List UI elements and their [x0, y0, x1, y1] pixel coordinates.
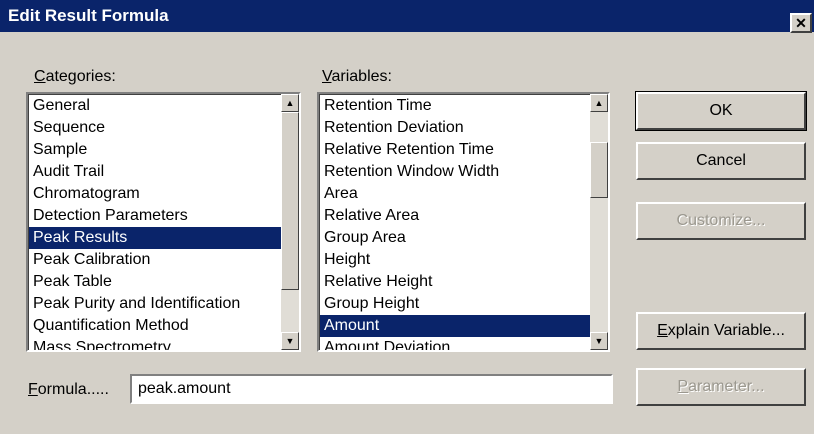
scroll-down-arrow-icon[interactable]: ▼	[590, 332, 608, 350]
variables-list-item[interactable]: Amount Deviation	[320, 337, 590, 350]
ok-button[interactable]: OK	[635, 91, 807, 131]
variables-listbox[interactable]: Retention Time Retention Deviation Relativ…	[317, 92, 610, 352]
variables-list-item[interactable]: Retention Deviation	[320, 117, 590, 139]
variables-list-item[interactable]: Height	[320, 249, 590, 271]
formula-input[interactable]	[130, 374, 613, 404]
scroll-down-arrow-icon[interactable]: ▼	[281, 332, 299, 350]
close-button[interactable]: ✕	[790, 13, 812, 33]
cancel-button[interactable]: Cancel	[636, 142, 806, 180]
categories-list-item[interactable]: Sequence	[29, 117, 281, 139]
categories-list-item[interactable]: Peak Table	[29, 271, 281, 293]
variables-scrollbar[interactable]: ▲ ▼	[590, 94, 608, 350]
categories-list-item[interactable]: Peak Purity and Identification	[29, 293, 281, 315]
variables-list-item[interactable]: Group Height	[320, 293, 590, 315]
categories-scrollbar[interactable]: ▲ ▼	[281, 94, 299, 350]
variables-list-item[interactable]: Group Area	[320, 227, 590, 249]
formula-label: Formula.....	[28, 381, 109, 398]
categories-scroll-thumb[interactable]	[281, 112, 299, 290]
categories-list-item[interactable]: Chromatogram	[29, 183, 281, 205]
scroll-up-arrow-icon[interactable]: ▲	[281, 94, 299, 112]
categories-list[interactable]: General Sequence Sample Audit Trail Chromato…	[28, 94, 281, 350]
variables-list-item[interactable]: Amount	[320, 315, 590, 337]
close-icon: ✕	[795, 15, 807, 31]
variables-list[interactable]: Retention Time Retention Deviation Relativ…	[319, 94, 590, 350]
variables-list-item[interactable]: Relative Retention Time	[320, 139, 590, 161]
window-title: Edit Result Formula	[8, 6, 169, 25]
categories-list-item[interactable]: Detection Parameters	[29, 205, 281, 227]
categories-list-item[interactable]: General	[29, 95, 281, 117]
explain-variable-button[interactable]: Explain Variable...	[636, 312, 806, 350]
variables-list-item[interactable]: Area	[320, 183, 590, 205]
variables-scroll-thumb[interactable]	[590, 142, 608, 198]
categories-listbox[interactable]: General Sequence Sample Audit Trail Chromato…	[26, 92, 301, 352]
categories-list-item[interactable]: Peak Calibration	[29, 249, 281, 271]
variables-label: Variables:	[322, 68, 392, 85]
categories-list-item[interactable]: Mass Spectrometry	[29, 337, 281, 350]
categories-list-item[interactable]: Quantification Method	[29, 315, 281, 337]
parameter-button[interactable]: Parameter...	[636, 368, 806, 406]
categories-label: Categories:	[34, 68, 116, 85]
title-bar: Edit Result Formula ✕	[0, 0, 814, 33]
scroll-up-arrow-icon[interactable]: ▲	[590, 94, 608, 112]
variables-list-item[interactable]: Relative Area	[320, 205, 590, 227]
variables-list-item[interactable]: Retention Time	[320, 95, 590, 117]
categories-list-item[interactable]: Sample	[29, 139, 281, 161]
variables-list-item[interactable]: Relative Height	[320, 271, 590, 293]
customize-button[interactable]: Customize...	[636, 202, 806, 240]
categories-list-item[interactable]: Audit Trail	[29, 161, 281, 183]
categories-list-item[interactable]: Peak Results	[29, 227, 281, 249]
variables-list-item[interactable]: Retention Window Width	[320, 161, 590, 183]
